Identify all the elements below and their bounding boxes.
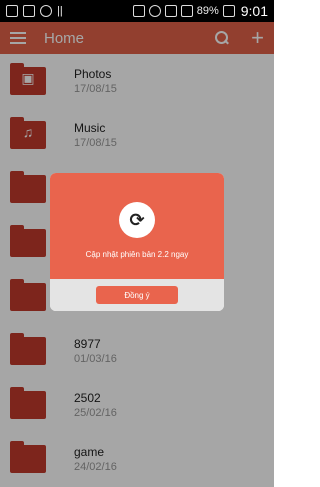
signal-icon xyxy=(164,5,177,17)
battery-icon xyxy=(222,5,235,17)
sync-icon: ⟳ xyxy=(119,202,155,238)
update-dialog: ⟳ Cập nhật phiên bản 2.2 ngay Đồng ý xyxy=(50,173,224,311)
ok-button[interactable]: Đồng ý xyxy=(96,286,178,304)
dialog-footer: Đồng ý xyxy=(50,279,224,311)
dialog-header: ⟳ Cập nhật phiên bản 2.2 ngay xyxy=(50,173,224,279)
mute-icon xyxy=(132,5,145,17)
dialog-message: Cập nhật phiên bản 2.2 ngay xyxy=(85,250,189,259)
c-icon xyxy=(40,5,52,17)
wifi-icon xyxy=(148,5,161,17)
gallery-icon xyxy=(23,5,35,17)
pipe-icon: || xyxy=(57,5,63,17)
signal-icon xyxy=(180,5,193,17)
refresh-icon: ⟳ xyxy=(129,209,145,231)
clock: 9:01 xyxy=(240,3,268,19)
notification-icon xyxy=(6,5,18,17)
status-bar: || 89% 9:01 xyxy=(0,0,274,22)
battery-percent: 89% xyxy=(196,5,219,17)
